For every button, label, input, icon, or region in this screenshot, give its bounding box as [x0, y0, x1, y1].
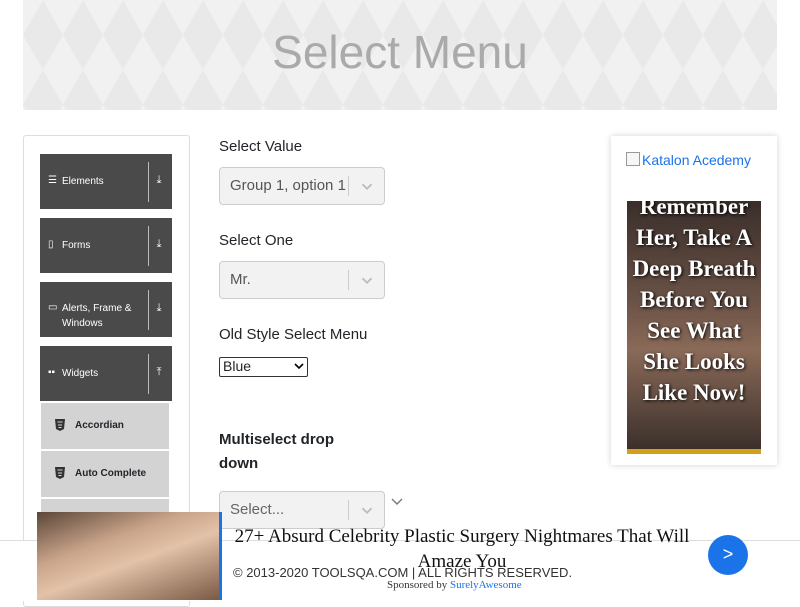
hamburger-icon: ☰ [48, 175, 57, 186]
select-value-label: Select Value [219, 138, 303, 155]
ad-thumbnail[interactable] [37, 512, 222, 600]
sidebar-group-label: Alerts, Frame & Windows [62, 303, 132, 329]
divider [148, 290, 149, 330]
ad-image[interactable]: Remember Her, Take A Deep Breath Before … [627, 201, 761, 454]
chevron-down-icon [294, 363, 304, 370]
chevron-down-icon[interactable] [358, 271, 376, 289]
sidebar-group-label: Elements [62, 176, 104, 187]
sidebar-group-alerts[interactable]: ▭ Alerts, Frame & Windows ⤓ [40, 282, 172, 337]
ad-sponsor: Sponsored by SurelyAwesome [387, 579, 522, 591]
sidebar-group-elements[interactable]: ☰ Elements ⤓ [40, 154, 172, 209]
sponsor-link[interactable]: SurelyAwesome [450, 579, 522, 591]
select-one-dropdown[interactable]: Mr. [219, 261, 385, 299]
select-value-current: Group 1, option 1 [230, 177, 346, 194]
download-arrow-icon: ⤓ [156, 238, 162, 250]
form-icon: ▯ [48, 239, 54, 250]
widgets-icon: ▪▪ [48, 367, 56, 378]
ad-link-text: Katalon Acedemy [642, 152, 751, 168]
divider [148, 354, 149, 394]
html5-icon [55, 419, 65, 431]
sidebar-item-label: Auto Complete [75, 468, 147, 479]
sidebar-group-forms[interactable]: ▯ Forms ⤓ [40, 218, 172, 273]
chevron-down-icon [391, 498, 403, 505]
download-arrow-icon: ⤓ [156, 174, 162, 186]
sidebar-group-label: Forms [62, 240, 91, 251]
download-arrow-icon: ⤓ [156, 302, 162, 314]
ad-link[interactable]: Katalon Acedemy [626, 152, 751, 168]
right-advertisement[interactable]: Katalon Acedemy Remember Her, Take A Dee… [611, 136, 777, 465]
divider [348, 176, 349, 196]
ad-headline[interactable]: 27+ Absurd Celebrity Plastic Surgery Nig… [232, 524, 692, 574]
sidebar-item-label: Accordian [75, 420, 124, 431]
old-style-select-value: Blue [223, 358, 252, 374]
next-ad-button[interactable]: > [708, 535, 748, 575]
upload-arrow-icon: ⤒ [156, 366, 162, 378]
sidebar-item-accordian[interactable]: Accordian [41, 403, 169, 449]
select-one-current: Mr. [230, 271, 251, 288]
page-title: Select Menu [272, 26, 528, 78]
sidebar-item-auto-complete[interactable]: Auto Complete [41, 451, 169, 497]
old-style-select[interactable]: Blue [219, 357, 308, 377]
window-icon: ▭ [48, 302, 58, 313]
divider [148, 162, 149, 202]
sponsored-by-label: Sponsored by [387, 579, 448, 591]
select-one-label: Select One [219, 232, 294, 249]
page-banner: Select Menu [23, 0, 777, 110]
divider [348, 270, 349, 290]
divider [148, 226, 149, 266]
multiselect-label: Multiselect drop down [219, 431, 335, 472]
old-style-select-label: Old Style Select Menu [219, 326, 368, 343]
ad-headline: Remember Her, Take A Deep Breath Before … [632, 201, 756, 405]
select-value-dropdown[interactable]: Group 1, option 1 [219, 167, 385, 205]
sidebar-group-label: Widgets [62, 368, 99, 379]
bottom-advertisement[interactable]: 27+ Absurd Celebrity Plastic Surgery Nig… [37, 512, 800, 600]
sidebar-group-widgets[interactable]: ▪▪ Widgets ⤒ [40, 346, 172, 401]
html5-icon [55, 467, 65, 479]
chevron-down-icon[interactable] [358, 177, 376, 195]
broken-image-icon [626, 152, 640, 166]
